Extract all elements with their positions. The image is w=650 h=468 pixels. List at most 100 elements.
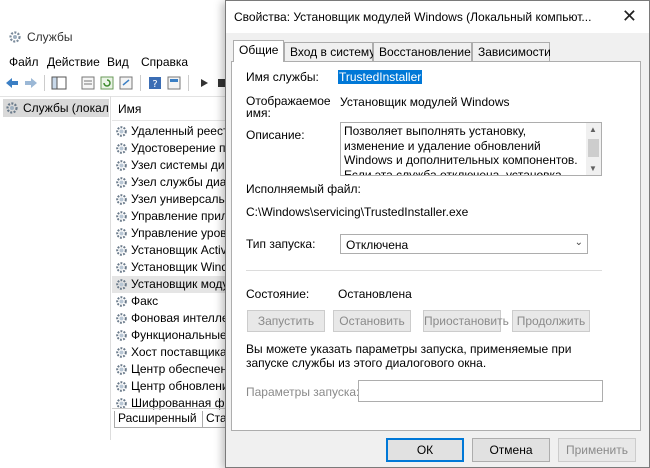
service-row[interactable]: Факс [112, 293, 230, 310]
forward-arrow-icon[interactable] [23, 75, 39, 91]
service-row[interactable]: Узел системы диаг [112, 157, 230, 174]
services-gear-icon [9, 31, 21, 43]
description-label: Описание: [246, 128, 305, 142]
tab-dependencies[interactable]: Зависимости [472, 42, 551, 61]
ok-button[interactable]: ОК [386, 438, 464, 462]
menu-view[interactable]: Вид [107, 55, 129, 69]
services-gear-icon [6, 102, 18, 114]
toolbar-separator [140, 75, 141, 91]
pause-button[interactable]: Приостановить [423, 310, 509, 332]
service-gear-icon [116, 194, 127, 205]
display-name-value[interactable]: Установщик модулей Windows [340, 95, 509, 109]
scroll-down-icon[interactable]: ▼ [589, 164, 597, 173]
stop-button[interactable]: Остановить [333, 310, 411, 332]
startup-type-value: Отключена [346, 238, 409, 252]
description-box[interactable]: Позволяет выполнять установку, изменение… [340, 122, 602, 176]
service-gear-icon [116, 160, 127, 171]
service-row[interactable]: Функциональные в [112, 327, 230, 344]
tab-logon[interactable]: Вход в систему [284, 42, 375, 61]
service-gear-icon [116, 296, 127, 307]
view-icon[interactable] [166, 75, 182, 91]
general-tab-panel: Имя службы: TrustedInstaller Отображаемо… [231, 61, 641, 431]
service-row[interactable]: Установщик модул [112, 276, 230, 293]
service-row[interactable]: Установщик Active [112, 242, 230, 259]
column-header-name[interactable]: Имя [112, 96, 230, 121]
service-properties-dialog: Свойства: Установщик модулей Windows (Ло… [225, 0, 650, 468]
service-row-name: Установщик Windo [131, 260, 230, 274]
service-gear-icon [116, 364, 127, 375]
menu-action[interactable]: Действие [47, 55, 100, 69]
service-row[interactable]: Центр обеспечени [112, 361, 230, 378]
service-gear-icon [116, 143, 127, 154]
service-gear-icon [116, 313, 127, 324]
start-service-icon[interactable] [196, 75, 212, 91]
service-row-name: Установщик Active [131, 243, 230, 257]
back-arrow-icon[interactable] [4, 75, 20, 91]
service-name-value[interactable]: TrustedInstaller [338, 70, 423, 84]
menu-file[interactable]: Файл [9, 55, 39, 69]
status-value: Остановлена [338, 287, 412, 301]
service-row[interactable]: Узел универсальн [112, 191, 230, 208]
tree-item-services-local[interactable]: Службы (локальн [3, 99, 109, 117]
service-name-label: Имя службы: [246, 70, 319, 84]
refresh-icon[interactable] [99, 75, 115, 91]
display-name-label-line2: имя: [246, 106, 271, 120]
services-toolbar: ? [0, 70, 230, 97]
services-view-tabs: Расширенный Ста [112, 408, 238, 429]
service-gear-icon [116, 330, 127, 341]
service-row[interactable]: Удаленный реестр [112, 123, 230, 140]
toolbar-separator [44, 75, 45, 91]
startup-params-input[interactable] [358, 380, 603, 402]
column-header-label: Имя [118, 102, 142, 116]
startup-type-label: Тип запуска: [246, 237, 316, 251]
service-row[interactable]: Узел службы диагн [112, 174, 230, 191]
service-row[interactable]: Хост поставщика ф [112, 344, 230, 361]
service-row[interactable]: Управление прило [112, 208, 230, 225]
console-tree-icon[interactable] [51, 75, 67, 91]
exe-label: Исполняемый файл: [246, 182, 361, 196]
tab-recovery[interactable]: Восстановление [373, 42, 472, 61]
tab-extended[interactable]: Расширенный [114, 411, 208, 428]
tab-standard-label: Ста [206, 411, 227, 425]
service-gear-icon [116, 211, 127, 222]
service-gear-icon [116, 245, 127, 256]
exe-path[interactable]: C:\Windows\servicing\TrustedInstaller.ex… [246, 205, 468, 219]
menu-help[interactable]: Справка [141, 55, 188, 69]
scrollbar-thumb[interactable] [588, 139, 599, 157]
service-gear-icon [116, 177, 127, 188]
export-list-icon[interactable] [118, 75, 134, 91]
startup-type-select[interactable]: Отключена ⌄ [340, 234, 588, 254]
service-row-name: Центр обеспечени [131, 362, 230, 376]
tab-general[interactable]: Общие [233, 40, 284, 62]
resume-button[interactable]: Продолжить [512, 310, 590, 332]
dialog-titlebar: Свойства: Установщик модулей Windows (Ло… [226, 1, 649, 33]
dialog-title: Свойства: Установщик модулей Windows (Ло… [234, 10, 592, 24]
service-row[interactable]: Управление уровн [112, 225, 230, 242]
toolbar-separator [188, 75, 189, 91]
help-icon[interactable]: ? [147, 75, 163, 91]
service-gear-icon [116, 262, 127, 273]
service-row[interactable]: Удостоверение при [112, 140, 230, 157]
properties-icon[interactable] [80, 75, 96, 91]
scroll-up-icon[interactable]: ▲ [589, 125, 597, 134]
description-text: Позволяет выполнять установку, изменение… [344, 124, 578, 176]
service-row-name: Установщик модул [131, 277, 230, 291]
service-row[interactable]: Центр обновления [112, 378, 230, 395]
tree-item-label: Службы (локальн [23, 101, 109, 115]
services-list: Имя Удаленный реестр Удостоверение при Узе… [112, 96, 230, 426]
tab-general-label: Общие [239, 43, 279, 57]
close-icon[interactable]: ✕ [622, 7, 637, 25]
console-tree: Службы (локальн [0, 96, 111, 440]
service-row-name: Фоновая интеллект [131, 311, 230, 325]
description-scrollbar[interactable]: ▲ ▼ [586, 123, 601, 175]
chevron-down-icon: ⌄ [574, 237, 583, 248]
apply-button[interactable]: Применить [558, 438, 636, 462]
service-row[interactable]: Фоновая интеллект [112, 310, 230, 327]
service-row[interactable]: Установщик Windo [112, 259, 230, 276]
cancel-button[interactable]: Отмена [472, 438, 550, 462]
startup-params-label: Параметры запуска: [246, 385, 360, 399]
service-row-name: Управление прило [131, 209, 230, 223]
start-button[interactable]: Запустить [247, 310, 325, 332]
startup-params-info: Вы можете указать параметры запуска, при… [246, 342, 572, 370]
status-label: Состояние: [246, 287, 310, 301]
